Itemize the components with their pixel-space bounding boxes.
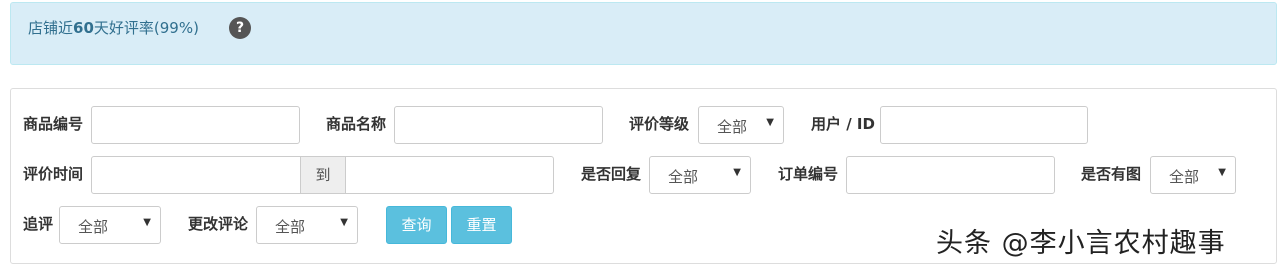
replied-value: 全部 — [668, 168, 699, 186]
changed-review-value: 全部 — [275, 218, 306, 236]
positive-rate-text: 店铺近60天好评率(99%) — [28, 17, 199, 38]
rating-level-select[interactable]: 全部 ▼ — [698, 106, 784, 144]
product-code-label: 商品编号 — [23, 115, 84, 133]
has-image-select[interactable]: 全部 ▼ — [1150, 156, 1236, 194]
help-icon[interactable]: ? — [229, 17, 251, 39]
caret-down-icon: ▼ — [1218, 167, 1226, 178]
product-code-input[interactable] — [91, 106, 300, 144]
user-id-label: 用户 / ID — [811, 115, 875, 133]
product-name-input[interactable] — [394, 106, 603, 144]
has-image-value: 全部 — [1169, 168, 1200, 186]
caret-down-icon: ▼ — [143, 217, 151, 228]
rating-level-value: 全部 — [717, 118, 748, 136]
review-time-start-input[interactable] — [91, 156, 301, 194]
replied-label: 是否回复 — [581, 165, 642, 183]
caret-down-icon: ▼ — [340, 217, 348, 228]
has-image-label: 是否有图 — [1081, 165, 1142, 183]
watermark-text: 头条 @李小言农村趣事 — [936, 228, 1226, 259]
product-name-label: 商品名称 — [326, 115, 387, 133]
date-range-to-addon: 到 — [300, 156, 346, 194]
rating-level-label: 评价等级 — [629, 115, 690, 133]
review-time-label: 评价时间 — [23, 165, 84, 183]
positive-rate-suffix: 天好评率(99%) — [93, 19, 199, 37]
follow-up-value: 全部 — [78, 218, 109, 236]
caret-down-icon: ▼ — [733, 167, 741, 178]
changed-review-label: 更改评论 — [188, 215, 249, 233]
reset-button[interactable]: 重置 — [451, 206, 512, 244]
order-no-label: 订单编号 — [778, 165, 839, 183]
order-no-input[interactable] — [846, 156, 1055, 194]
positive-rate-days: 60 — [73, 19, 94, 37]
follow-up-label: 追评 — [23, 215, 54, 233]
query-button[interactable]: 查询 — [386, 206, 447, 244]
positive-rate-prefix: 店铺近 — [28, 19, 74, 37]
review-time-end-input[interactable] — [345, 156, 554, 194]
changed-review-select[interactable]: 全部 ▼ — [256, 206, 358, 244]
info-banner: 店铺近60天好评率(99%) ? — [10, 2, 1277, 65]
user-id-input[interactable] — [880, 106, 1088, 144]
follow-up-select[interactable]: 全部 ▼ — [59, 206, 161, 244]
caret-down-icon: ▼ — [766, 117, 774, 128]
replied-select[interactable]: 全部 ▼ — [649, 156, 751, 194]
